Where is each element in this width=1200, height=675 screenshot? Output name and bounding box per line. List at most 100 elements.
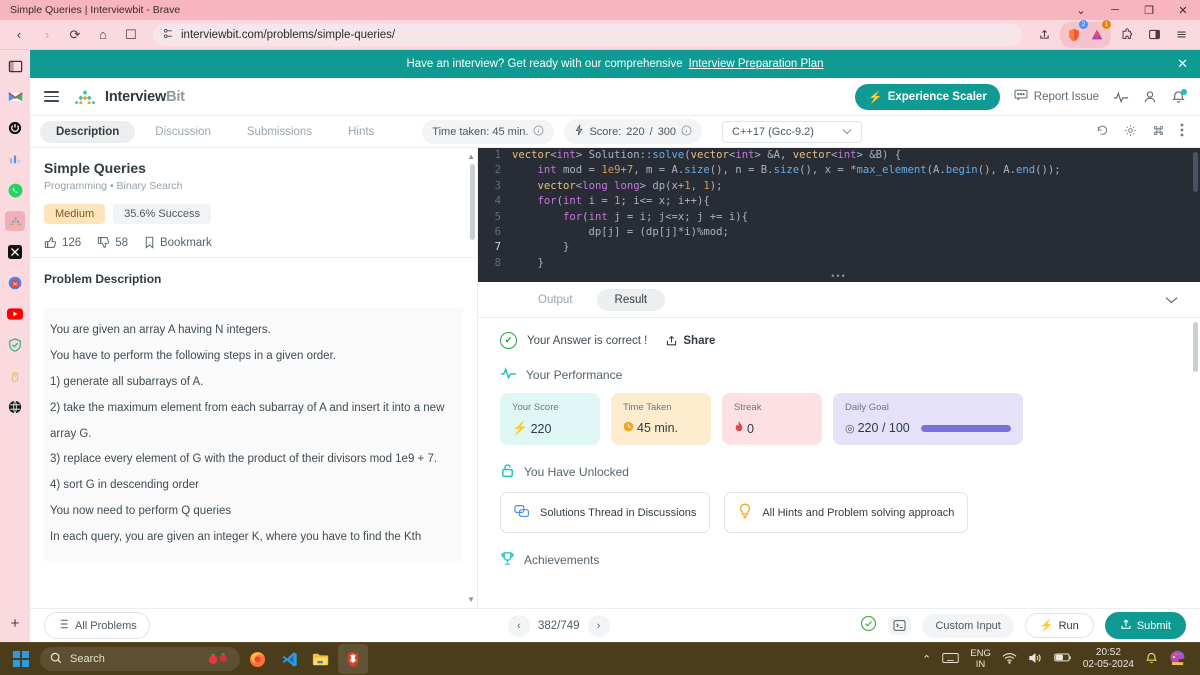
menu-icon[interactable] (44, 91, 59, 102)
tab-result[interactable]: Result (596, 288, 666, 311)
screen: Simple Queries | Interviewbit - Brave ⌄ … (0, 0, 1200, 675)
tab-discussion[interactable]: Discussion (139, 121, 227, 143)
clock[interactable]: 20:52 02-05-2024 (1083, 647, 1134, 671)
active-tab-title[interactable]: Simple Queries | Interviewbit - Brave (10, 4, 180, 16)
check-circle-icon[interactable] (860, 615, 877, 637)
forward-button[interactable]: › (34, 23, 60, 47)
extensions-icon[interactable] (1114, 23, 1140, 47)
interview-preparation-plan-link[interactable]: Interview Preparation Plan (689, 58, 824, 70)
battery-icon[interactable] (1054, 652, 1072, 666)
brave-icon[interactable] (338, 644, 368, 674)
wifi-icon[interactable] (1002, 652, 1017, 667)
editor-pane: 1 vector<int> Solution::solve(vector<int… (478, 148, 1200, 608)
bookmark-button[interactable]: Bookmark (144, 236, 212, 249)
scroll-up-icon[interactable]: ▲ (467, 152, 475, 161)
editor-scrollbar[interactable] (1193, 152, 1198, 192)
close-icon[interactable]: ✕ (1177, 56, 1188, 72)
add-sidebar-item-button[interactable]: + (11, 615, 20, 632)
score-label: Score: (589, 125, 622, 138)
sidebar-toggle-icon[interactable] (1141, 23, 1167, 47)
tab-description[interactable]: Description (40, 120, 136, 143)
custom-input-label: Custom Input (935, 619, 1001, 632)
paint-icon[interactable] (1169, 650, 1186, 668)
info-icon[interactable] (533, 125, 544, 139)
settings-icon[interactable] (1124, 124, 1137, 140)
sidebar-panel-icon[interactable] (5, 56, 25, 76)
info-icon[interactable] (681, 125, 692, 139)
description-paragraph: You now need to perform Q queries (50, 505, 232, 518)
windows-taskbar: Search ⌃ ENG IN 20:52 02-05-2024 (0, 642, 1200, 675)
close-button[interactable]: ✕ (1166, 0, 1200, 20)
site-info-icon[interactable] (163, 28, 174, 42)
brave-rewards-icon[interactable]: 1 (1087, 19, 1111, 47)
like-button[interactable]: 126 (44, 236, 81, 249)
panel-resize-handle[interactable]: ••• (478, 270, 1200, 282)
keyboard-icon[interactable] (942, 652, 959, 667)
address-bar[interactable]: interviewbit.com/problems/simple-queries… (153, 23, 1022, 46)
globe-icon[interactable] (5, 397, 25, 417)
vscode-icon[interactable] (274, 644, 304, 674)
undo-icon[interactable] (1096, 124, 1109, 140)
language-selector[interactable]: C++17 (Gcc-9.2) (722, 120, 862, 143)
activity-icon[interactable] (1113, 91, 1129, 103)
dislike-button[interactable]: 58 (97, 236, 128, 249)
result-scrollbar[interactable] (1193, 322, 1198, 372)
back-button[interactable]: ‹ (6, 23, 32, 47)
more-options-icon[interactable] (1180, 123, 1184, 140)
x-twitter-icon[interactable] (5, 242, 25, 262)
problem-scrollbar[interactable]: ▲ ▼ (467, 152, 475, 604)
notification-icon[interactable] (1145, 651, 1158, 668)
volume-icon[interactable] (1028, 652, 1043, 667)
tab-hints[interactable]: Hints (332, 121, 390, 143)
start-button[interactable] (8, 646, 34, 672)
performance-cards: Your Score ⚡ 220 Time Taken 45 min. Stre… (500, 393, 1178, 445)
user-icon[interactable] (1143, 90, 1157, 104)
unlocked-solutions-thread[interactable]: Solutions Thread in Discussions (500, 492, 711, 533)
maximize-button[interactable]: ❐ (1132, 0, 1166, 20)
chart-icon[interactable] (5, 149, 25, 169)
tab-submissions[interactable]: Submissions (231, 121, 328, 143)
bookmark-button[interactable]: ☐ (118, 23, 144, 47)
custom-input-button[interactable]: Custom Input (922, 613, 1014, 638)
all-problems-button[interactable]: All Problems (44, 612, 150, 639)
previous-problem-button[interactable]: ‹ (508, 614, 530, 637)
tab-search-button[interactable]: ⌄ (1064, 0, 1098, 20)
shortcuts-icon[interactable] (1152, 124, 1165, 140)
youtube-icon[interactable] (5, 304, 25, 324)
taskbar-search-box[interactable]: Search (40, 647, 240, 671)
tray-expand-icon[interactable]: ⌃ (922, 653, 931, 666)
gmail-icon[interactable] (5, 87, 25, 107)
bottom-actions: Custom Input ⚡ Run Submit (860, 612, 1186, 639)
power-icon[interactable] (5, 118, 25, 138)
report-issue-button[interactable]: Report Issue (1014, 89, 1099, 104)
brave-shields-icon[interactable]: 2 (1064, 19, 1088, 47)
hands-icon[interactable] (5, 366, 25, 386)
calendar-icon[interactable]: 36 (5, 273, 25, 293)
minimize-button[interactable]: ─ (1098, 0, 1132, 20)
notification-bell-icon[interactable] (1171, 89, 1187, 104)
firefox-icon[interactable] (242, 644, 272, 674)
achievements-heading-label: Achievements (524, 553, 600, 567)
unlocked-hints[interactable]: All Hints and Problem solving approach (724, 492, 969, 533)
share-icon[interactable] (1031, 23, 1057, 47)
console-icon[interactable] (888, 616, 912, 635)
language-indicator[interactable]: ENG IN (970, 648, 991, 670)
whatsapp-icon[interactable] (5, 180, 25, 200)
reload-button[interactable]: ⟳ (62, 23, 88, 47)
menu-icon[interactable] (1168, 23, 1194, 47)
home-button[interactable]: ⌂ (90, 23, 116, 47)
scroll-down-icon[interactable]: ▼ (467, 595, 475, 604)
experience-scaler-button[interactable]: ⚡ Experience Scaler (855, 83, 1000, 110)
run-button[interactable]: ⚡ Run (1024, 613, 1094, 638)
code-editor[interactable]: 1 vector<int> Solution::solve(vector<int… (478, 148, 1200, 270)
share-button[interactable]: Share (665, 334, 715, 347)
collapse-panel-icon[interactable] (1165, 293, 1178, 307)
interviewbit-icon[interactable] (5, 211, 25, 231)
submit-button[interactable]: Submit (1104, 612, 1186, 639)
file-explorer-icon[interactable] (306, 644, 336, 674)
interviewbit-logo[interactable]: InterviewBit (71, 89, 185, 105)
scroll-thumb[interactable] (470, 164, 475, 240)
tab-output[interactable]: Output (520, 289, 591, 311)
vpn-icon[interactable] (5, 335, 25, 355)
next-problem-button[interactable]: › (587, 614, 610, 637)
